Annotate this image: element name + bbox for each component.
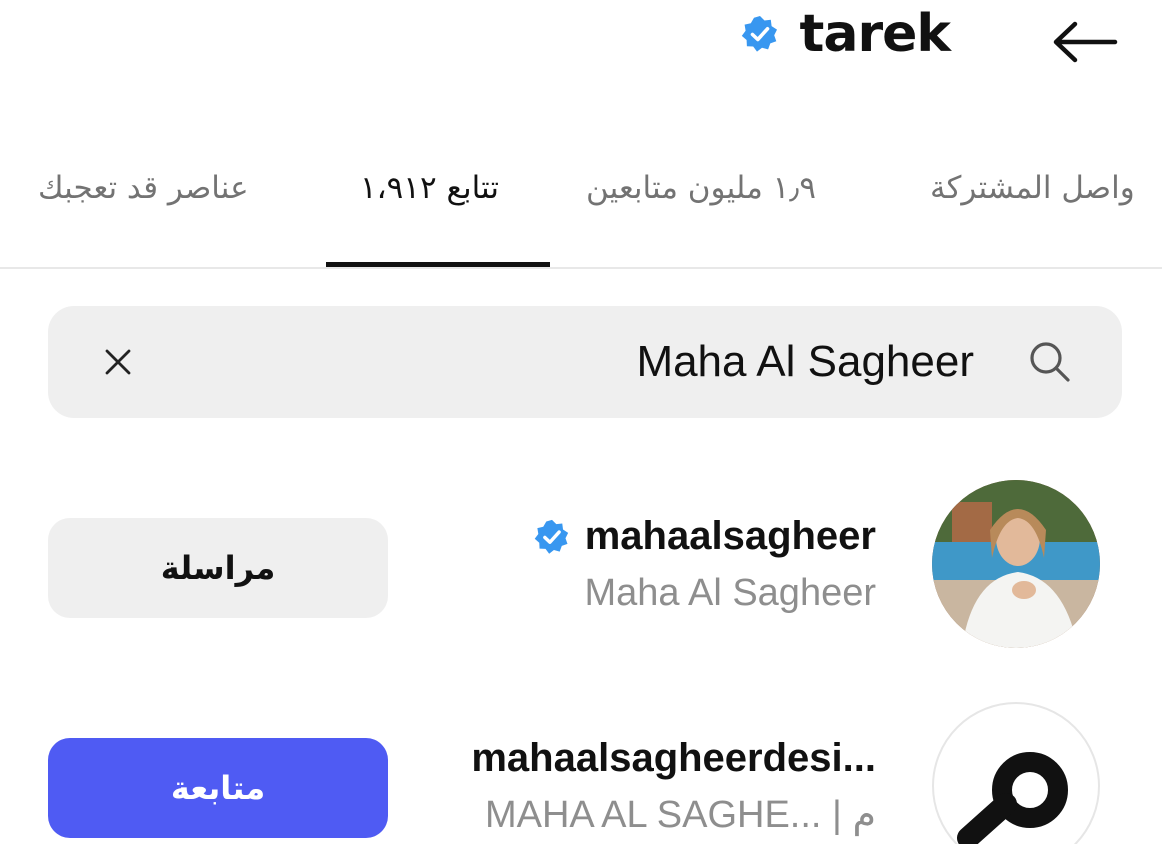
list-item[interactable]: mahaalsagheer Maha Al Sagheer مراسلة (0, 478, 1162, 658)
tabs-divider (0, 267, 1162, 269)
result-fullname: MAHA AL SAGHE... | م (484, 794, 876, 836)
search-icon (1030, 342, 1070, 382)
avatar[interactable] (932, 702, 1100, 844)
profile-username-title: tarek (799, 4, 951, 64)
brand-logo-icon (957, 752, 1068, 844)
result-username[interactable]: mahaalsagheer (533, 514, 876, 559)
verified-badge-icon (534, 519, 568, 554)
arrow-left-icon (1053, 21, 1118, 63)
username-text: mahaalsagheer (584, 514, 876, 558)
close-icon (105, 349, 131, 375)
following-screen: tarek عناصر قد تعجبك تتابع ١،٩١٢ ١٫٩ ملي… (0, 0, 1162, 844)
tab-suggested[interactable]: عناصر قد تعجبك (38, 170, 249, 206)
clear-search-button[interactable] (90, 334, 146, 390)
result-fullname: Maha Al Sagheer (584, 572, 876, 614)
profile-title: tarek (740, 4, 951, 64)
search-bar (48, 306, 1122, 418)
back-button[interactable] (1044, 14, 1124, 70)
avatar[interactable] (932, 480, 1100, 648)
result-username[interactable]: mahaalsagheerdesi... (471, 736, 876, 781)
tab-mutual[interactable]: واصل المشتركة (930, 170, 1135, 206)
list-item[interactable]: mahaalsagheerdesi... MAHA AL SAGHE... | … (0, 700, 1162, 844)
message-button[interactable]: مراسلة (48, 518, 388, 618)
username-text: mahaalsagheerdesi... (471, 736, 876, 780)
header: tarek (0, 0, 1162, 80)
tab-bar: عناصر قد تعجبك تتابع ١،٩١٢ ١٫٩ مليون متا… (0, 150, 1162, 269)
search-input[interactable] (254, 328, 974, 396)
tab-following[interactable]: تتابع ١،٩١٢ (360, 170, 499, 206)
tab-followers[interactable]: ١٫٩ مليون متابعين (586, 170, 816, 206)
verified-badge-icon (741, 16, 777, 52)
follow-button[interactable]: متابعة (48, 738, 388, 838)
